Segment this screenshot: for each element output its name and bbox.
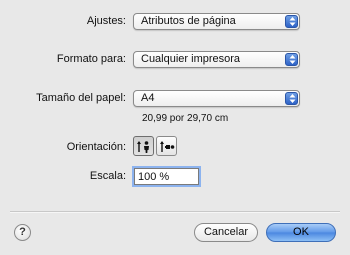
orientation-label: Orientación: bbox=[66, 141, 126, 153]
orientation-portrait-button[interactable] bbox=[133, 136, 154, 156]
popup-arrows-icon bbox=[285, 92, 298, 105]
format-popup-value: Cualquier impresora bbox=[141, 53, 241, 65]
paper-size-label: Tamaño del papel: bbox=[36, 92, 126, 104]
help-icon: ? bbox=[19, 226, 26, 238]
format-popup[interactable]: Cualquier impresora bbox=[133, 51, 300, 68]
page-setup-dialog: Ajustes: Atributos de página Formato par… bbox=[0, 0, 350, 255]
paper-size-popup[interactable]: A4 bbox=[133, 90, 300, 107]
scale-input[interactable] bbox=[134, 168, 199, 185]
settings-label: Ajustes: bbox=[86, 15, 126, 27]
settings-popup[interactable]: Atributos de página bbox=[133, 13, 300, 30]
cancel-button[interactable]: Cancelar bbox=[194, 223, 258, 242]
popup-arrows-icon bbox=[285, 53, 298, 66]
paper-size-popup-value: A4 bbox=[141, 92, 155, 104]
format-label: Formato para: bbox=[56, 53, 126, 65]
divider bbox=[10, 211, 340, 213]
landscape-person-icon bbox=[160, 141, 175, 152]
portrait-person-icon bbox=[137, 141, 149, 153]
orientation-landscape-button[interactable] bbox=[156, 136, 177, 156]
ok-button[interactable]: OK bbox=[266, 223, 336, 242]
help-button[interactable]: ? bbox=[14, 224, 31, 241]
paper-dimensions: 20,99 por 29,70 cm bbox=[142, 113, 229, 124]
popup-arrows-icon bbox=[285, 15, 298, 28]
scale-label: Escala: bbox=[89, 170, 126, 182]
settings-popup-value: Atributos de página bbox=[141, 15, 236, 27]
